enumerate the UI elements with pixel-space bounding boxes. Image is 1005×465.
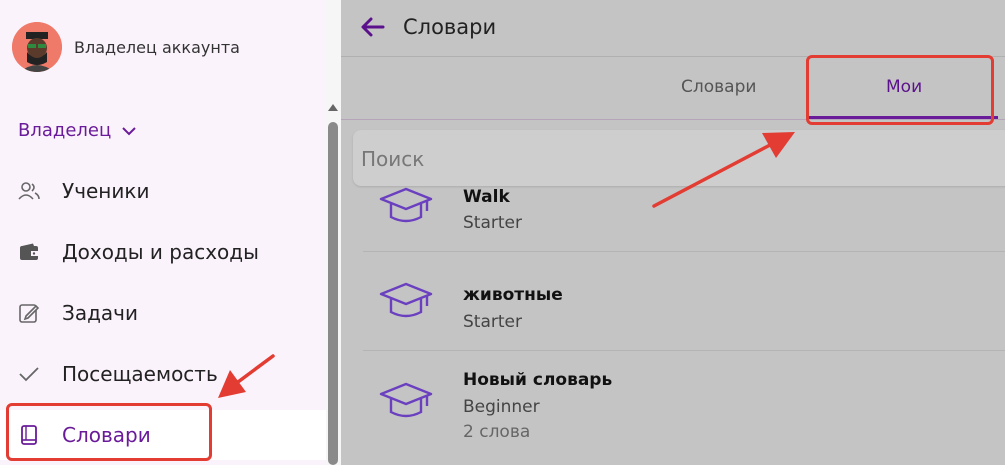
users-icon <box>17 179 41 203</box>
graduation-cap-icon <box>379 187 433 231</box>
word-count: 2 слова <box>463 422 531 442</box>
list-item[interactable]: Новый словарь Beginner 2 слова <box>363 370 1005 450</box>
back-arrow-icon[interactable] <box>359 14 385 44</box>
account-block[interactable]: Владелец аккаунта <box>12 21 240 73</box>
tabs-bar: Словари Мои <box>341 57 1005 120</box>
book-icon <box>17 423 41 447</box>
sidebar: Владелец аккаунта Владелец Ученики Доход… <box>0 0 326 465</box>
sidebar-item-students[interactable]: Ученики <box>0 166 326 216</box>
graduation-cap-icon <box>379 282 433 326</box>
page-title: Словари <box>403 15 497 39</box>
chevron-down-icon <box>122 126 136 135</box>
account-name: Владелец аккаунта <box>74 37 240 57</box>
dictionary-name: животные <box>463 285 563 305</box>
active-tab-indicator <box>808 116 998 119</box>
list-item[interactable]: Walk Starter <box>363 187 1005 251</box>
main-panel: Словари Словари Мои Walk Starter Поиск ж… <box>341 0 1005 465</box>
sidebar-item-attendance[interactable]: Посещаемость <box>0 349 326 399</box>
top-bar: Словари <box>341 0 1005 57</box>
divider <box>363 251 1005 252</box>
dictionary-level: Starter <box>463 213 522 233</box>
scroll-up-arrow-icon[interactable] <box>328 104 338 111</box>
check-icon <box>17 362 41 386</box>
sidebar-item-label: Ученики <box>62 179 150 203</box>
sidebar-item-label: Задачи <box>62 301 138 325</box>
tab-dictionaries[interactable]: Словари <box>681 77 756 97</box>
avatar[interactable] <box>12 22 62 72</box>
dictionary-level: Starter <box>463 312 522 332</box>
edit-icon <box>17 301 41 325</box>
dictionary-name: Новый словарь <box>463 370 613 390</box>
sidebar-item-dictionaries[interactable]: Словари <box>0 410 326 460</box>
graduation-cap-icon <box>379 382 433 426</box>
sidebar-item-tasks[interactable]: Задачи <box>0 288 326 338</box>
dictionary-name: Walk <box>463 187 510 207</box>
divider <box>363 350 1005 351</box>
tab-mine[interactable]: Мои <box>886 77 922 97</box>
role-label: Владелец <box>18 120 112 141</box>
wallet-icon <box>17 240 41 264</box>
search-placeholder: Поиск <box>361 147 425 171</box>
dictionary-level: Beginner <box>463 397 540 417</box>
role-selector[interactable]: Владелец <box>18 120 137 141</box>
search-input[interactable]: Поиск <box>353 130 1005 186</box>
sidebar-item-label: Словари <box>62 423 151 447</box>
list-item[interactable]: животные Starter <box>363 282 1005 350</box>
sidebar-item-label: Посещаемость <box>62 362 218 386</box>
sidebar-item-label: Доходы и расходы <box>62 240 259 264</box>
sidebar-item-finance[interactable]: Доходы и расходы <box>0 227 326 277</box>
scrollbar-thumb[interactable] <box>328 122 338 465</box>
